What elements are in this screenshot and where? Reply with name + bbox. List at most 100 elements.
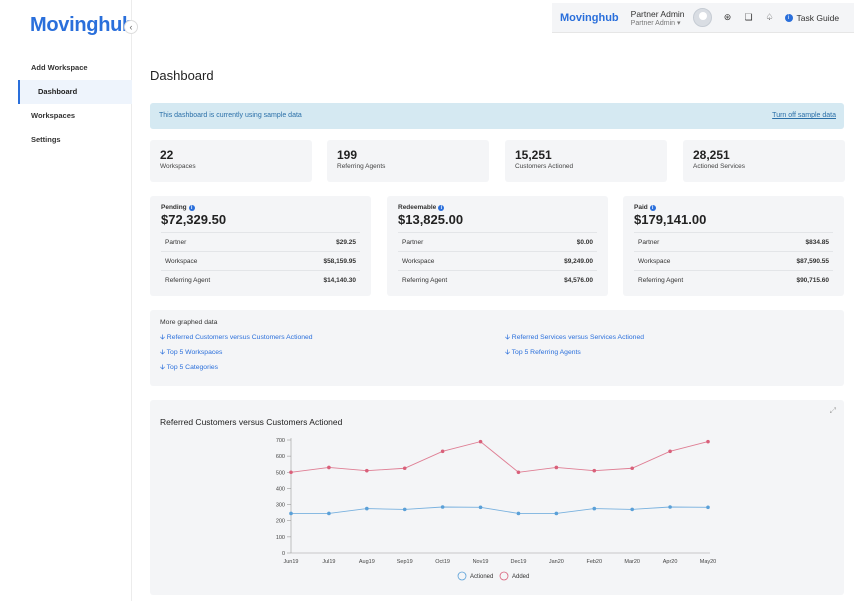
- sidebar-item-add-workspace[interactable]: Add Workspace: [18, 56, 132, 80]
- stat-workspaces: 22 Workspaces: [150, 140, 312, 182]
- link-label: Referred Services versus Services Action…: [511, 334, 644, 341]
- sidebar: Movinghub ‹ Add Workspace Dashboard Work…: [18, 0, 138, 601]
- x-tick-label: Oct19: [435, 559, 450, 565]
- graphed-title: More graphed data: [160, 319, 218, 326]
- data-point-added: [554, 465, 559, 470]
- row-amount: $0.00: [576, 238, 593, 246]
- data-point-actioned: [592, 506, 597, 511]
- stat-label: Referring Agents: [337, 163, 386, 170]
- task-guide-button[interactable]: i Task Guide: [784, 12, 840, 23]
- money-row: Referring Agent $4,576.00: [398, 270, 597, 289]
- sidebar-item-dashboard[interactable]: Dashboard: [18, 80, 132, 104]
- arrow-down-icon: 🡫: [505, 349, 510, 356]
- stat-referring-agents: 199 Referring Agents: [327, 140, 489, 182]
- info-icon[interactable]: i: [649, 204, 656, 211]
- y-tick-label: 600: [276, 454, 285, 460]
- sidebar-item-settings[interactable]: Settings: [18, 128, 132, 152]
- header-brand: Movinghub: [560, 11, 619, 24]
- data-point-actioned: [440, 505, 445, 509]
- stat-value: 28,251: [693, 148, 730, 162]
- data-point-actioned: [668, 505, 672, 509]
- legend-label: Added: [512, 574, 529, 580]
- info-icon[interactable]: i: [438, 204, 445, 211]
- row-name: Workspace: [402, 257, 435, 265]
- link-top-5-categories[interactable]: 🡫 Top 5 Categories: [160, 363, 218, 374]
- help-icon[interactable]: ⊛: [723, 12, 733, 23]
- legend-marker-added: [499, 571, 509, 581]
- y-tick-label: 200: [276, 519, 285, 525]
- user-role: Partner Admin ▾: [630, 19, 681, 27]
- data-point-actioned: [327, 511, 331, 516]
- row-name: Workspace: [638, 257, 671, 265]
- money-row: Partner $29.25: [161, 232, 360, 251]
- row-name: Referring Agent: [638, 276, 684, 284]
- link-referred-services[interactable]: 🡫 Referred Services versus Services Acti…: [505, 333, 644, 344]
- turn-off-sample-data-link[interactable]: Turn off sample data: [772, 112, 836, 119]
- data-point-added: [289, 470, 293, 475]
- row-amount: $834.85: [805, 238, 830, 246]
- row-amount: $90,715.60: [796, 276, 829, 284]
- row-name: Workspace: [165, 257, 198, 265]
- sidebar-nav: Add Workspace Dashboard Workspaces Setti…: [18, 56, 132, 152]
- x-tick-label: Jan20: [549, 559, 564, 565]
- link-top-5-workspaces[interactable]: 🡫 Top 5 Workspaces: [160, 348, 222, 359]
- info-icon[interactable]: i: [188, 204, 195, 211]
- row-name: Partner: [402, 238, 424, 246]
- data-point-actioned: [289, 511, 293, 516]
- stat-label: Customers Actioned: [515, 163, 574, 170]
- x-tick-label: Dec19: [511, 559, 527, 565]
- paid-label: Paid: [634, 204, 648, 211]
- data-point-added: [592, 468, 597, 473]
- link-label: Top 5 Workspaces: [166, 349, 223, 356]
- money-label: Paid i: [634, 204, 833, 211]
- stat-value: 199: [337, 148, 358, 162]
- redeemable-label: Redeemable: [398, 204, 437, 211]
- row-amount: $4,576.00: [564, 276, 593, 284]
- x-tick-label: Apr20: [663, 559, 678, 565]
- data-point-actioned: [630, 507, 634, 512]
- link-referred-customers[interactable]: 🡫 Referred Customers versus Customers Ac…: [160, 333, 313, 344]
- money-row: Workspace $9,249.00: [398, 251, 597, 270]
- link-label: Top 5 Categories: [166, 364, 219, 371]
- pending-card: Pending i $72,329.50 Partner $29.25 Worksp…: [150, 196, 371, 296]
- data-point-actioned: [516, 511, 521, 516]
- row-amount: $58,159.95: [323, 257, 356, 265]
- line-chart: 0 100 200 300 400 500 600 700 Jun19 Jul19 Aug19 Sep…: [276, 438, 716, 581]
- data-point-actioned: [365, 506, 369, 511]
- data-point-added: [630, 466, 634, 471]
- stat-value: 15,251: [515, 148, 552, 162]
- chat-icon[interactable]: ❏: [744, 12, 754, 23]
- stat-label: Actioned Services: [693, 163, 746, 170]
- chart-card: Referred Customers versus Customers Acti…: [150, 400, 844, 595]
- stat-actioned-services: 28,251 Actioned Services: [683, 140, 845, 182]
- avatar[interactable]: [692, 8, 712, 27]
- banner-text: This dashboard is currently using sample…: [159, 112, 302, 119]
- user-menu[interactable]: Partner Admin Partner Admin ▾: [631, 9, 685, 27]
- sidebar-item-workspaces[interactable]: Workspaces: [18, 104, 132, 128]
- paid-total: $179,141.00: [634, 212, 707, 227]
- link-label: Top 5 Referring Agents: [511, 349, 581, 356]
- money-row: Referring Agent $14,140.30: [161, 270, 360, 289]
- task-guide-label: Task Guide: [796, 12, 840, 23]
- money-row: Partner $0.00: [398, 232, 597, 251]
- chevron-left-icon: ‹: [129, 22, 133, 32]
- data-point-added: [440, 449, 445, 454]
- collapse-sidebar-button[interactable]: ‹: [124, 20, 138, 34]
- link-top-5-referring-agents[interactable]: 🡫 Top 5 Referring Agents: [505, 348, 581, 359]
- data-point-added: [327, 465, 331, 470]
- row-name: Partner: [638, 238, 660, 246]
- data-point-actioned: [706, 505, 710, 510]
- data-point-added: [706, 439, 710, 444]
- row-name: Referring Agent: [165, 276, 211, 284]
- legend-marker-actioned: [457, 571, 467, 581]
- x-tick-label: Jul19: [322, 559, 335, 565]
- data-point-added: [478, 439, 483, 444]
- data-point-added: [365, 468, 369, 473]
- money-row: Partner $834.85: [634, 232, 833, 251]
- row-amount: $9,249.00: [564, 257, 593, 265]
- row-name: Partner: [165, 238, 187, 246]
- info-icon: i: [784, 13, 793, 22]
- bell-icon[interactable]: ♤: [765, 12, 775, 23]
- data-point-actioned: [478, 505, 483, 510]
- app-logo[interactable]: Movinghub: [30, 14, 134, 37]
